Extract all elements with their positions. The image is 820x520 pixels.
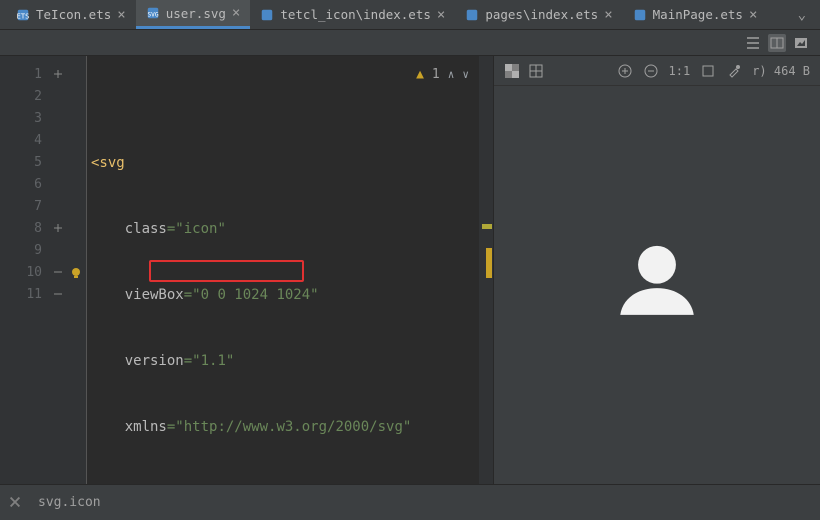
- preview-canvas[interactable]: [494, 86, 820, 484]
- fold-gutter: [50, 56, 66, 484]
- fit-icon[interactable]: [700, 63, 716, 79]
- grid-icon[interactable]: [528, 63, 544, 79]
- tab-user-svg[interactable]: SVG user.svg ×: [136, 0, 251, 29]
- inspection-count: 1: [432, 64, 440, 86]
- preview-toolbar: 1:1 r) 464 B: [494, 56, 820, 86]
- line-number-gutter: 1 2 3 4 5 6 7 8 9 10 11: [0, 56, 50, 484]
- svg-text:ETS: ETS: [17, 12, 30, 20]
- checkerboard-icon[interactable]: [504, 63, 520, 79]
- editor-view-toolbar: [0, 30, 820, 56]
- tab-overflow-icon[interactable]: ⌄: [790, 7, 814, 23]
- line-number: 11: [0, 284, 42, 306]
- fold-handle[interactable]: [50, 218, 66, 240]
- code-line[interactable]: viewBox="0 0 1024 1024": [87, 284, 479, 306]
- eyedropper-icon[interactable]: [726, 63, 742, 79]
- line-number: 7: [0, 196, 42, 218]
- svg-text:SVG: SVG: [147, 12, 158, 19]
- fold-handle[interactable]: [50, 284, 66, 306]
- close-icon[interactable]: ×: [232, 5, 240, 21]
- tab-label: user.svg: [166, 6, 226, 21]
- line-number: 6: [0, 174, 42, 196]
- user-icon: [600, 228, 714, 342]
- warning-icon: ▲: [416, 64, 424, 86]
- split-view-icon[interactable]: [768, 34, 786, 52]
- annotation-highlight-box: [149, 260, 304, 282]
- close-icon[interactable]: ×: [749, 7, 757, 23]
- line-number: 2: [0, 86, 42, 108]
- tabs-container: ETS TeIcon.ets × SVG user.svg × tetcl_ic…: [6, 0, 767, 29]
- line-number: 5: [0, 152, 42, 174]
- code-area[interactable]: ▲ 1 ∧ ∨ <svg class="icon" viewBox="0 0 1…: [86, 56, 479, 484]
- close-icon[interactable]: ×: [117, 7, 125, 23]
- bottom-bar: × svg.icon: [0, 484, 820, 520]
- breadcrumb-back-icon[interactable]: ×: [0, 485, 30, 520]
- close-icon[interactable]: ×: [604, 7, 612, 23]
- breadcrumb[interactable]: svg.icon: [30, 485, 101, 520]
- next-issue-icon[interactable]: ∨: [462, 64, 469, 86]
- tab-teicon[interactable]: ETS TeIcon.ets ×: [6, 0, 136, 29]
- zoom-in-icon[interactable]: [617, 63, 633, 79]
- code-line[interactable]: version="1.1": [87, 350, 479, 372]
- warning-marker[interactable]: [482, 224, 492, 229]
- intention-gutter: [66, 56, 86, 484]
- tab-tetcl-index[interactable]: tetcl_icon\index.ets ×: [250, 0, 455, 29]
- line-number: 8: [0, 218, 42, 240]
- tab-mainpage[interactable]: MainPage.ets ×: [623, 0, 768, 29]
- main-area: 1 2 3 4 5 6 7 8 9 10 11 ▲: [0, 56, 820, 484]
- error-stripe[interactable]: [479, 56, 493, 484]
- line-number: 10: [0, 262, 42, 284]
- tab-label: MainPage.ets: [653, 7, 743, 22]
- code-line[interactable]: xmlns="http://www.w3.org/2000/svg": [87, 416, 479, 438]
- code-editor[interactable]: 1 2 3 4 5 6 7 8 9 10 11 ▲: [0, 56, 493, 484]
- zoom-out-icon[interactable]: [643, 63, 659, 79]
- intention-bulb-icon[interactable]: [66, 262, 86, 284]
- tab-label: TeIcon.ets: [36, 7, 111, 22]
- code-line[interactable]: width="114": [87, 482, 479, 484]
- line-number: 9: [0, 240, 42, 262]
- image-view-icon[interactable]: [792, 34, 810, 52]
- warning-marker[interactable]: [486, 248, 492, 278]
- breadcrumb-segment[interactable]: svg.icon: [38, 495, 101, 510]
- file-icon: [260, 8, 274, 22]
- file-icon: [633, 8, 647, 22]
- list-view-icon[interactable]: [744, 34, 762, 52]
- file-icon: SVG: [146, 6, 160, 20]
- line-number: 1: [0, 64, 42, 86]
- code-line[interactable]: class="icon": [87, 218, 479, 240]
- line-number: 3: [0, 108, 42, 130]
- file-icon: [465, 8, 479, 22]
- tab-label: pages\index.ets: [485, 7, 598, 22]
- tab-label: tetcl_icon\index.ets: [280, 7, 431, 22]
- inspection-widget[interactable]: ▲ 1 ∧ ∨: [416, 64, 469, 86]
- fold-handle[interactable]: [50, 64, 66, 86]
- fold-handle[interactable]: [50, 262, 66, 284]
- close-icon[interactable]: ×: [437, 7, 445, 23]
- prev-issue-icon[interactable]: ∧: [448, 64, 455, 86]
- file-icon: ETS: [16, 8, 30, 22]
- tab-pages-index[interactable]: pages\index.ets ×: [455, 0, 622, 29]
- zoom-level[interactable]: 1:1: [669, 64, 691, 78]
- line-number: 4: [0, 130, 42, 152]
- svg-preview-pane: 1:1 r) 464 B: [493, 56, 820, 484]
- file-size-label: r) 464 B: [752, 64, 810, 78]
- code-line[interactable]: <svg: [87, 152, 479, 174]
- editor-tab-bar: ETS TeIcon.ets × SVG user.svg × tetcl_ic…: [0, 0, 820, 30]
